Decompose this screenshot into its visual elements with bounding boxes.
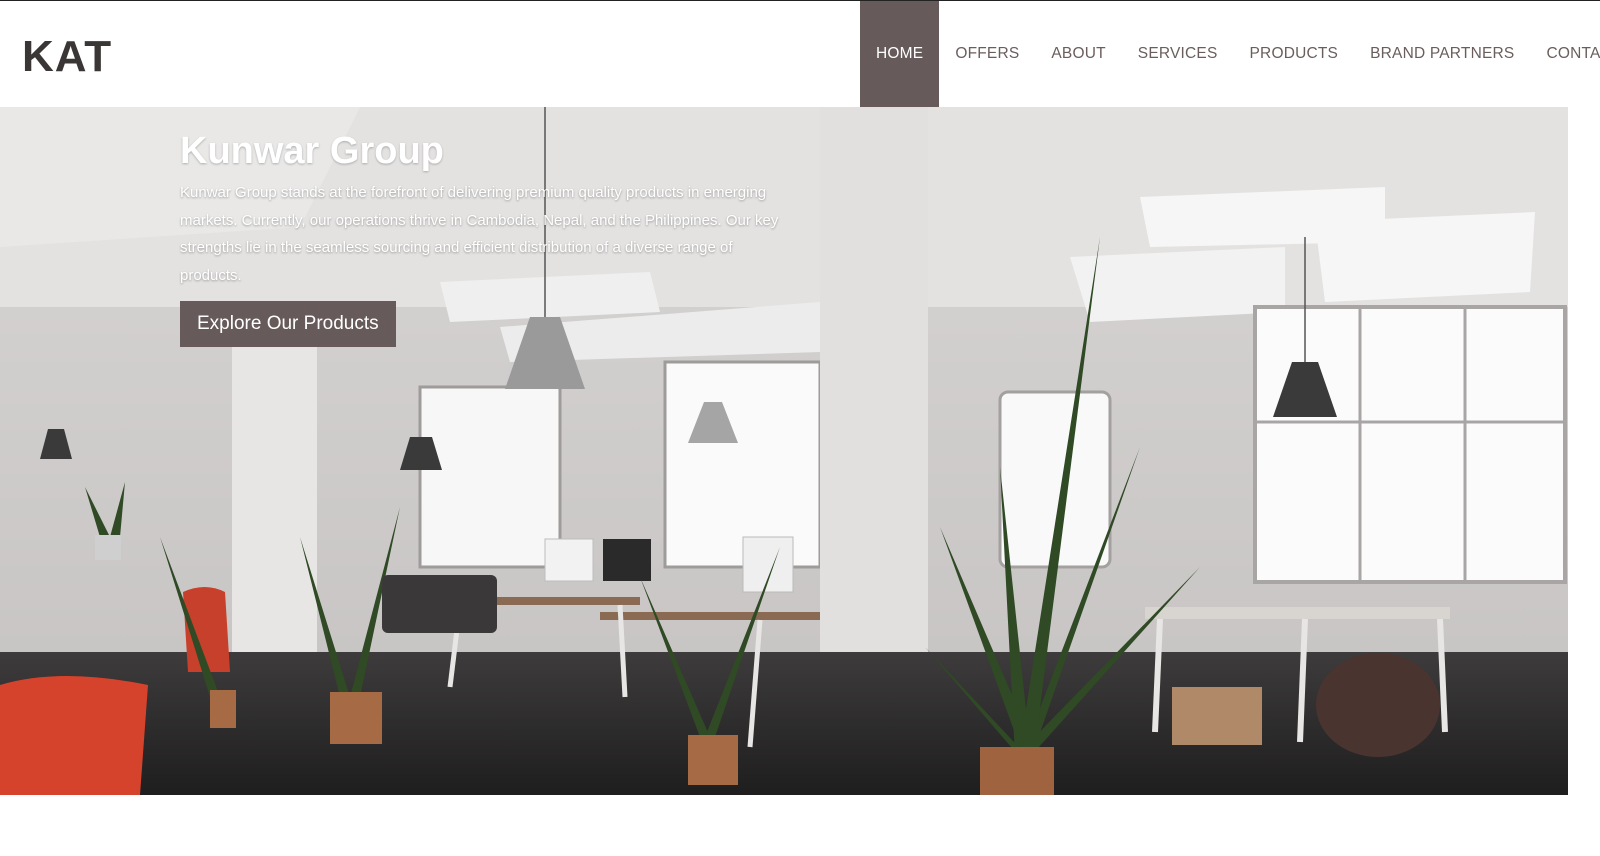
main-nav: HOME OFFERS ABOUT SERVICES PRODUCTS BRAN… [860, 1, 1600, 107]
hero-description: Kunwar Group stands at the forefront of … [180, 184, 779, 284]
nav-item-services[interactable]: SERVICES [1122, 1, 1234, 107]
page-bottom-area [0, 795, 1600, 856]
nav-item-products[interactable]: PRODUCTS [1234, 1, 1355, 107]
explore-products-button[interactable]: Explore Our Products [180, 301, 396, 347]
nav-item-home[interactable]: HOME [860, 1, 940, 107]
site-logo[interactable]: KAT [22, 35, 112, 79]
site-header: KAT HOME OFFERS ABOUT SERVICES PRODUCTS … [0, 1, 1600, 107]
nav-item-offers[interactable]: OFFERS [939, 1, 1035, 107]
nav-item-contact[interactable]: CONTACT [1530, 1, 1600, 107]
nav-item-about[interactable]: ABOUT [1035, 1, 1121, 107]
nav-item-brand-partners[interactable]: BRAND PARTNERS [1354, 1, 1530, 107]
hero-title: Kunwar Group [180, 130, 444, 172]
hero-section: Kunwar Group Kunwar Group stands at the … [0, 107, 1568, 795]
